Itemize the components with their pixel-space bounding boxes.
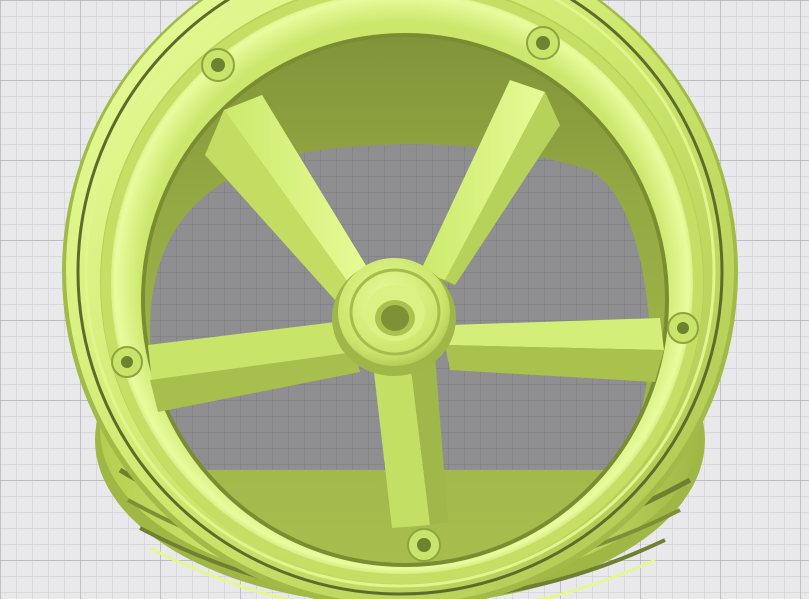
screw-hole xyxy=(407,528,441,562)
wheel-rim-model[interactable] xyxy=(62,0,738,599)
screw-hole xyxy=(667,312,699,344)
screw-hole xyxy=(111,346,143,378)
screw-hole xyxy=(526,26,560,60)
axle-hole xyxy=(381,305,409,331)
3d-viewport[interactable] xyxy=(0,0,809,599)
screw-hole xyxy=(201,48,235,82)
